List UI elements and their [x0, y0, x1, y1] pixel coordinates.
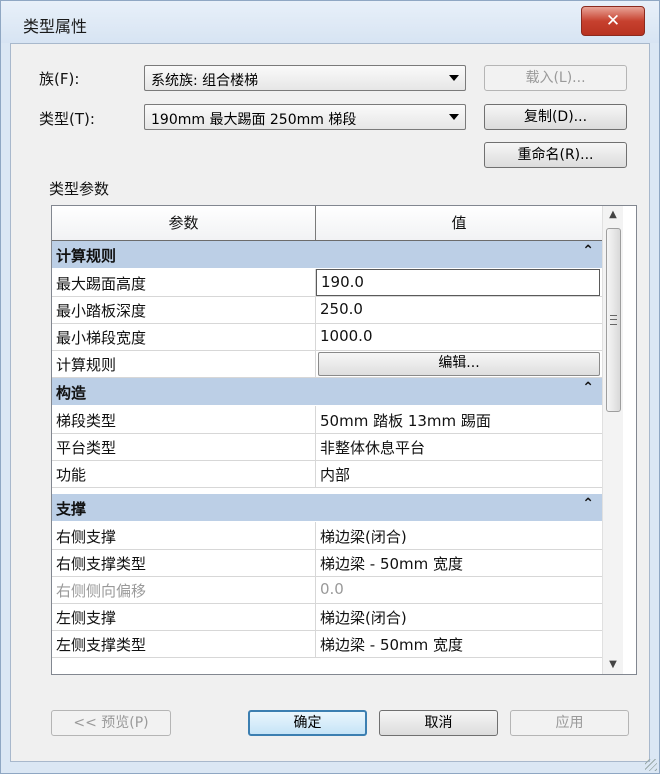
param-value[interactable]: 内部 [320, 464, 350, 485]
group-header-calculation-rules[interactable]: 计算规则 ⌃ [52, 241, 602, 268]
param-value: 0.0 [320, 580, 344, 598]
collapse-icon[interactable]: ⌃ [582, 243, 594, 259]
close-button[interactable]: ✕ [581, 6, 645, 36]
param-name: 右侧支撑 [56, 528, 117, 546]
parameter-grid: 参数 值 计算规则 ⌃ 最大踢面高度 190.0 最小踏板深度 250.0 最小… [51, 205, 637, 675]
param-name: 计算规则 [56, 356, 117, 374]
resize-grip-icon[interactable] [645, 759, 657, 771]
scroll-up-icon[interactable]: ▲ [603, 206, 623, 224]
scroll-down-icon[interactable]: ▼ [603, 656, 623, 674]
family-combobox[interactable]: 系统族: 组合楼梯 [144, 65, 466, 91]
type-value: 190mm 最大踢面 250mm 梯段 [151, 112, 357, 128]
dropdown-arrow-icon [449, 114, 459, 120]
table-row: 右侧侧向偏移 0.0 [52, 576, 602, 604]
param-value[interactable]: 50mm 踏板 13mm 踢面 [320, 410, 491, 431]
param-name: 左侧支撑 [56, 609, 117, 627]
param-value[interactable]: 1000.0 [320, 327, 373, 345]
table-row[interactable]: 平台类型 非整体休息平台 [52, 433, 602, 461]
table-row[interactable]: 左侧支撑 梯边梁(闭合) [52, 603, 602, 631]
grip-icon [610, 315, 617, 325]
column-header-param[interactable]: 参数 [52, 206, 315, 240]
load-button[interactable]: 载入(L)... [484, 65, 627, 91]
param-value[interactable]: 250.0 [320, 300, 363, 318]
ok-button[interactable]: 确定 [248, 710, 367, 736]
param-name: 右侧侧向偏移 [56, 582, 147, 600]
param-name: 功能 [56, 466, 87, 484]
title-bar[interactable]: 类型属性 ✕ [1, 1, 659, 43]
param-value[interactable]: 梯边梁(闭合) [320, 607, 407, 628]
family-value: 系统族: 组合楼梯 [151, 73, 259, 89]
param-name: 最大踢面高度 [56, 275, 147, 293]
duplicate-button[interactable]: 复制(D)... [484, 104, 627, 130]
collapse-icon[interactable]: ⌃ [582, 496, 594, 512]
param-name: 最小踏板深度 [56, 302, 147, 320]
table-row[interactable]: 功能 内部 [52, 460, 602, 488]
param-value: 190.0 [321, 273, 364, 291]
table-row[interactable]: 最小踏板深度 250.0 [52, 296, 602, 324]
param-value-input[interactable]: 190.0 [316, 269, 600, 296]
table-row[interactable]: 左侧支撑类型 梯边梁 - 50mm 宽度 [52, 630, 602, 658]
param-name: 梯段类型 [56, 412, 117, 430]
group-title: 计算规则 [56, 247, 117, 265]
table-row[interactable]: 右侧支撑 梯边梁(闭合) [52, 522, 602, 550]
group-title: 构造 [56, 384, 87, 402]
param-value[interactable]: 梯边梁 - 50mm 宽度 [320, 634, 463, 655]
cancel-button[interactable]: 取消 [379, 710, 498, 736]
apply-button[interactable]: 应用 [510, 710, 629, 736]
table-row[interactable]: 计算规则 编辑... [52, 350, 602, 378]
vertical-scrollbar[interactable]: ▲ ▼ [602, 206, 623, 674]
column-header-value[interactable]: 值 [316, 206, 602, 240]
dialog-body: 族(F): 系统族: 组合楼梯 载入(L)... 类型(T): 190mm 最大… [10, 43, 650, 762]
rename-button[interactable]: 重命名(R)... [484, 142, 627, 168]
param-name: 右侧支撑类型 [56, 555, 147, 573]
group-header-supports[interactable]: 支撑 ⌃ [52, 494, 602, 521]
param-value[interactable]: 非整体休息平台 [320, 437, 425, 458]
preview-button[interactable]: << 预览(P) [51, 710, 171, 736]
type-label: 类型(T): [39, 110, 95, 128]
table-row[interactable]: 最小梯段宽度 1000.0 [52, 323, 602, 351]
collapse-icon[interactable]: ⌃ [582, 380, 594, 396]
type-combobox[interactable]: 190mm 最大踢面 250mm 梯段 [144, 104, 466, 130]
scroll-thumb[interactable] [606, 228, 621, 412]
table-row[interactable]: 右侧支撑类型 梯边梁 - 50mm 宽度 [52, 549, 602, 577]
type-parameters-label: 类型参数 [49, 180, 110, 198]
table-row[interactable]: 最大踢面高度 190.0 [52, 269, 602, 297]
table-row[interactable]: 梯段类型 50mm 踏板 13mm 踢面 [52, 406, 602, 434]
group-header-construction[interactable]: 构造 ⌃ [52, 378, 602, 405]
grid-header: 参数 值 [52, 206, 614, 241]
type-properties-dialog: 类型属性 ✕ 族(F): 系统族: 组合楼梯 载入(L)... 类型(T): 1… [0, 0, 660, 774]
family-label: 族(F): [39, 70, 80, 88]
dialog-title: 类型属性 [23, 17, 88, 36]
param-value[interactable]: 梯边梁 - 50mm 宽度 [320, 553, 463, 574]
param-name: 最小梯段宽度 [56, 329, 147, 347]
dropdown-arrow-icon [449, 75, 459, 81]
param-value[interactable]: 梯边梁(闭合) [320, 526, 407, 547]
param-name: 平台类型 [56, 439, 117, 457]
group-title: 支撑 [56, 500, 87, 518]
edit-rules-button[interactable]: 编辑... [318, 352, 600, 376]
param-name: 左侧支撑类型 [56, 636, 147, 654]
